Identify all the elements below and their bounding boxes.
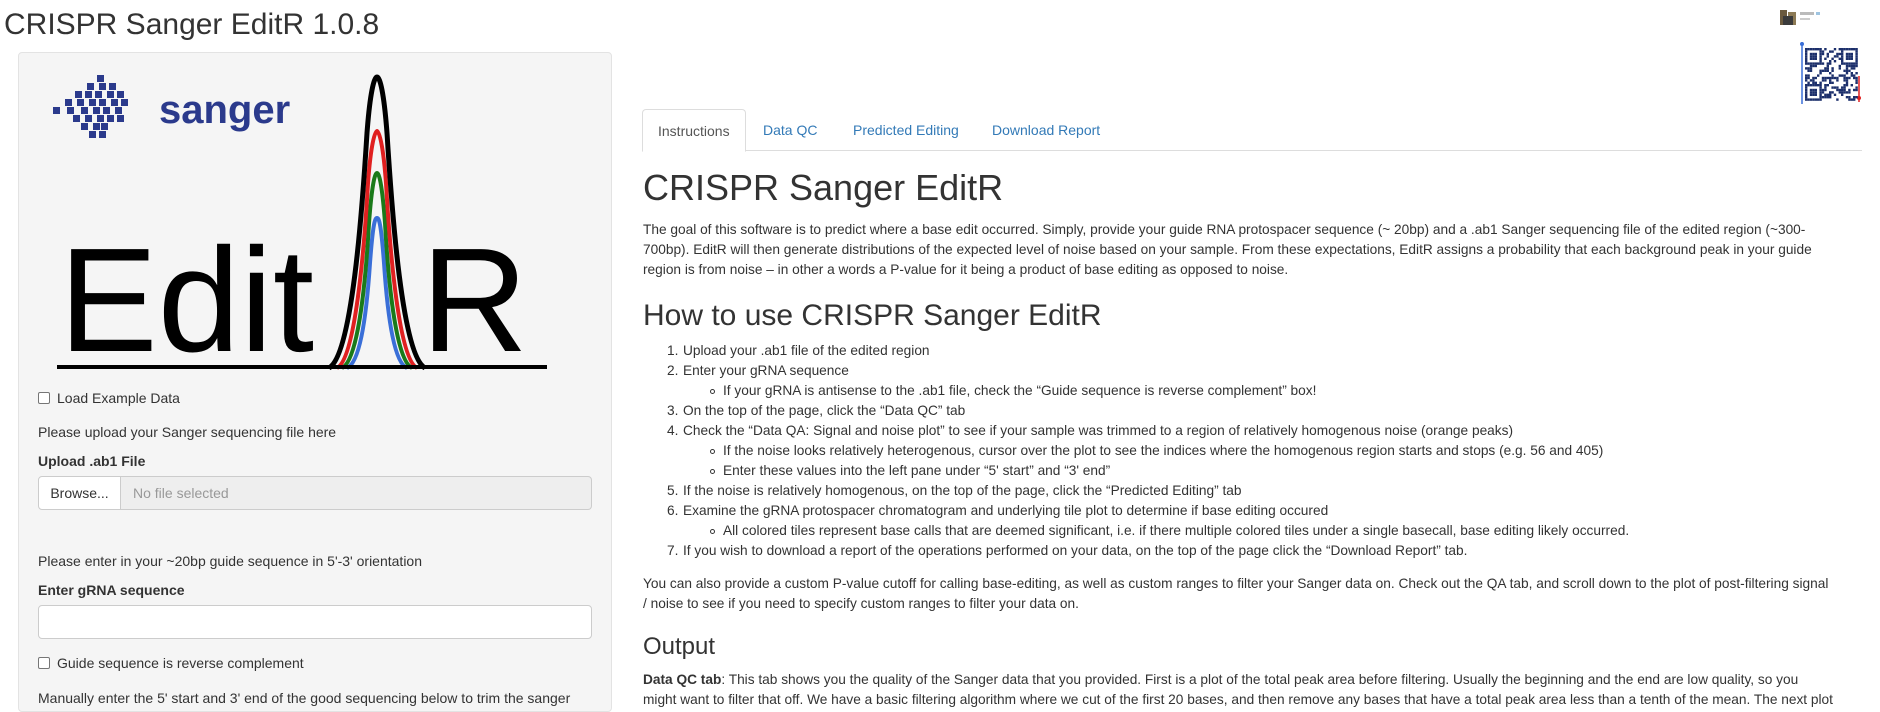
file-upload-group: Browse... No file selected: [38, 476, 592, 510]
output-heading: Output: [643, 633, 716, 660]
howto-step: 5. If the noise is relatively homogenous,…: [643, 481, 1861, 501]
substep-text: If your gRNA is antisense to the .ab1 fi…: [723, 383, 1317, 398]
dataqc-label: Data QC tab: [643, 672, 722, 687]
step-number: 6.: [667, 503, 679, 518]
howto-steps: 1. Upload your .ab1 file of the edited re…: [643, 341, 1861, 561]
guide-help-text: Please enter in your ~20bp guide sequenc…: [38, 553, 423, 569]
dataqc-paragraph: Data QC tab: This tab shows you the qual…: [643, 670, 1861, 710]
howto-step: 7. If you wish to download a report of th…: [643, 541, 1861, 561]
qr-code-icon: [1800, 40, 1862, 106]
tab-download-report[interactable]: Download Report: [977, 109, 1115, 151]
tab-data-qc[interactable]: Data QC: [748, 109, 832, 151]
intro-paragraph: The goal of this software is to predict …: [643, 220, 1861, 280]
intro-line: 700bp). EditR will then generate distrib…: [643, 242, 1812, 257]
step-text: If you wish to download a report of the …: [683, 543, 1468, 558]
bullet-icon: [710, 449, 715, 454]
logo-r-text: R: [421, 218, 528, 381]
load-example-checkbox[interactable]: [38, 392, 50, 404]
intro-line: region is from noise – in other a words …: [643, 262, 1289, 277]
howto-heading: How to use CRISPR Sanger EditR: [643, 299, 1102, 332]
load-example-label: Load Example Data: [57, 390, 180, 406]
tab-predicted-editing[interactable]: Predicted Editing: [838, 109, 974, 151]
load-example-checkbox-row[interactable]: Load Example Data: [38, 390, 180, 406]
custom-line: / noise to see if you need to specify cu…: [643, 596, 1079, 611]
browse-button[interactable]: Browse...: [38, 476, 121, 510]
step-text: Upload your .ab1 file of the edited regi…: [683, 343, 930, 358]
editr-logo: sanger Edit R: [37, 73, 567, 381]
step-number: 2.: [667, 363, 679, 378]
step-text: Enter your gRNA sequence: [683, 363, 849, 378]
dataqc-line: might want to filter that off. We have a…: [643, 692, 1833, 707]
step-text: On the top of the page, click the “Data …: [683, 403, 966, 418]
howto-step: 4. Check the “Data QA: Signal and noise p…: [643, 421, 1861, 441]
step-text: If the noise is relatively homogenous, o…: [683, 483, 1242, 498]
user-badge[interactable]: [1780, 8, 1830, 28]
reverse-complement-checkbox-row[interactable]: Guide sequence is reverse complement: [38, 655, 304, 671]
custom-line: You can also provide a custom P-value cu…: [643, 576, 1829, 591]
page-title: CRISPR Sanger EditR: [643, 167, 1004, 208]
app-title: CRISPR Sanger EditR 1.0.8: [4, 8, 380, 41]
howto-step: 3. On the top of the page, click the “Dat…: [643, 401, 1861, 421]
dataqc-line: : This tab shows you the quality of the …: [721, 672, 1799, 687]
bullet-icon: [710, 469, 715, 474]
file-name-display: No file selected: [121, 476, 592, 510]
reverse-complement-label: Guide sequence is reverse complement: [57, 655, 304, 671]
substep-text: All colored tiles represent base calls t…: [723, 523, 1630, 538]
sanger-brand-text: sanger: [159, 88, 290, 132]
trim-help-text: Manually enter the 5' start and 3' end o…: [38, 690, 571, 706]
bullet-icon: [710, 529, 715, 534]
tab-instructions[interactable]: Instructions: [642, 109, 746, 152]
intro-line: The goal of this software is to predict …: [643, 222, 1806, 237]
step-text: Examine the gRNA protospacer chromatogra…: [683, 503, 1329, 518]
howto-step: 6. Examine the gRNA protospacer chromatog…: [643, 501, 1861, 521]
howto-substep: All colored tiles represent base calls t…: [643, 521, 1861, 541]
grna-label: Enter gRNA sequence: [38, 582, 185, 598]
step-number: 1.: [667, 343, 679, 358]
substep-text: If the noise looks relatively heterogeno…: [723, 443, 1604, 458]
howto-step: 1. Upload your .ab1 file of the edited re…: [643, 341, 1861, 361]
step-text: Check the “Data QA: Signal and noise plo…: [683, 423, 1514, 438]
step-number: 5.: [667, 483, 679, 498]
logo-edit-text: Edit: [59, 218, 314, 381]
substep-text: Enter these values into the left pane un…: [723, 463, 1111, 478]
upload-label: Upload .ab1 File: [38, 453, 146, 469]
step-number: 4.: [667, 423, 679, 438]
grna-sequence-input[interactable]: [38, 605, 592, 639]
howto-substep: If the noise looks relatively heterogeno…: [643, 441, 1861, 461]
sidebar-panel: sanger Edit R Load Example Data Please u…: [18, 52, 612, 712]
upload-help-text: Please upload your Sanger sequencing fil…: [38, 424, 337, 440]
sanger-logo-mark: [53, 75, 128, 138]
main-tabs: Instructions Data QC Predicted Editing D…: [642, 109, 1862, 152]
custom-paragraph: You can also provide a custom P-value cu…: [643, 574, 1861, 614]
step-number: 3.: [667, 403, 679, 418]
howto-step: 2. Enter your gRNA sequence: [643, 361, 1861, 381]
howto-substep: Enter these values into the left pane un…: [643, 461, 1861, 481]
step-number: 7.: [667, 543, 679, 558]
howto-substep: If your gRNA is antisense to the .ab1 fi…: [643, 381, 1861, 401]
bullet-icon: [710, 389, 715, 394]
reverse-complement-checkbox[interactable]: [38, 657, 50, 669]
